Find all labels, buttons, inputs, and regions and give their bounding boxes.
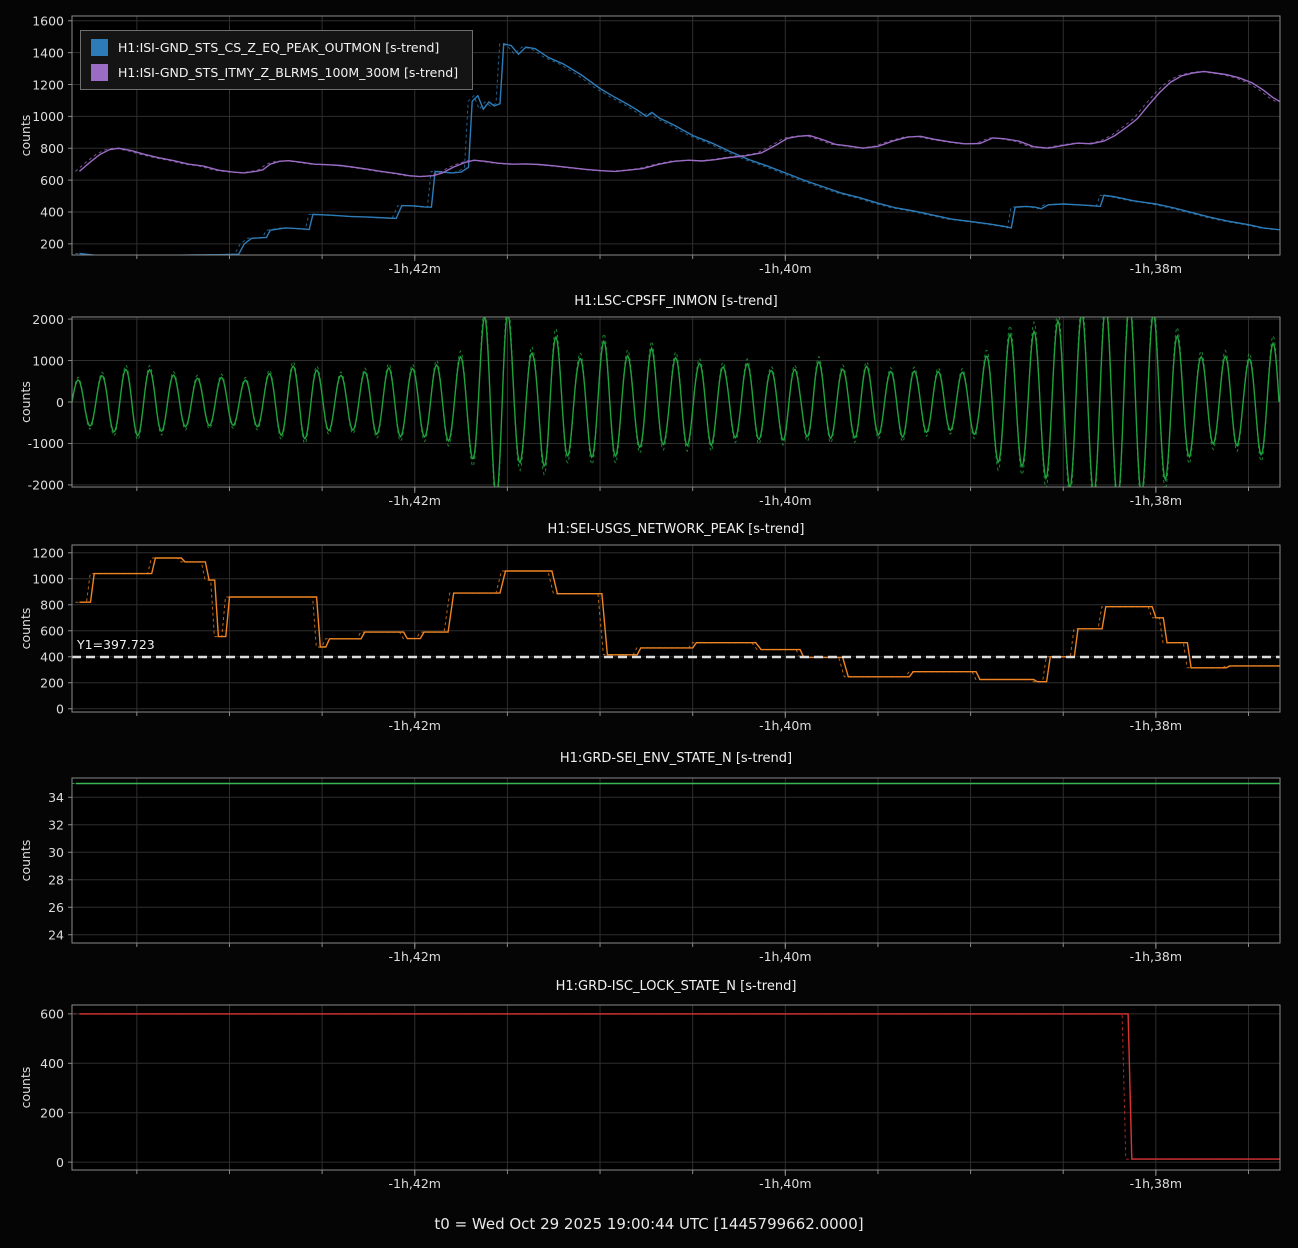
chart-env-state-plot: 24 26 28 30 32 34 -1h,42m -1h,40m -1h,38m counts xyxy=(0,768,1298,968)
y-axis-label: counts xyxy=(18,840,33,882)
y-tick-label: 800 xyxy=(40,141,64,156)
x-tick-label: -1h,40m xyxy=(759,493,811,508)
y-tick-label: 1000 xyxy=(32,109,64,124)
x-tick-label: -1h,40m xyxy=(759,1176,811,1191)
y-tick-label: 28 xyxy=(48,873,64,888)
threshold-label: Y1=397.723 xyxy=(76,637,155,652)
y-axis-label: counts xyxy=(18,608,33,650)
y-tick-label: 26 xyxy=(48,900,64,915)
y-tick-label: 1000 xyxy=(32,572,64,587)
x-tick-label: -1h,42m xyxy=(389,1176,441,1191)
legend-label: H1:ISI-GND_STS_CS_Z_EQ_PEAK_OUTMON [s-tr… xyxy=(118,40,439,55)
chart-cpsff-plot: -2000 -1000 0 1000 2000 -1h,42m -1h,40m -1h,38m… xyxy=(0,310,1298,512)
x-tick-label: -1h,38m xyxy=(1130,718,1182,733)
y-tick-label: 800 xyxy=(40,598,64,613)
y-tick-label: 2000 xyxy=(32,312,64,327)
y-tick-label: 400 xyxy=(40,650,64,665)
x-tick-label: -1h,42m xyxy=(389,718,441,733)
y-tick-label: 1200 xyxy=(32,546,64,561)
y-tick-label: 600 xyxy=(40,173,64,188)
y-tick-label: 24 xyxy=(48,928,64,943)
y-tick-label: 34 xyxy=(48,790,64,805)
x-tick-label: -1h,42m xyxy=(389,493,441,508)
y-tick-label: 400 xyxy=(40,1056,64,1071)
y-tick-label: 32 xyxy=(48,818,64,833)
y-tick-label: 1600 xyxy=(32,14,64,29)
chart-title-lock-state: H1:GRD-ISC_LOCK_STATE_N [s-trend] xyxy=(72,979,1280,995)
chart-title-env-state: H1:GRD-SEI_ENV_STATE_N [s-trend] xyxy=(72,751,1280,767)
y-tick-label: 200 xyxy=(40,237,64,252)
y-tick-label: 200 xyxy=(40,676,64,691)
y-tick-label: 30 xyxy=(48,845,64,860)
y-tick-label: -1000 xyxy=(28,436,64,451)
y-tick-label: 0 xyxy=(56,395,64,410)
y-tick-label: -2000 xyxy=(28,478,64,493)
x-tick-label: -1h,40m xyxy=(759,718,811,733)
y-tick-label: 1400 xyxy=(32,45,64,60)
y-axis-label: counts xyxy=(18,115,33,157)
y-tick-label: 0 xyxy=(56,702,64,717)
x-tick-label: -1h,38m xyxy=(1130,1176,1182,1191)
chart-usgs-plot: 0 200 400 600 800 1000 1200 -1h,42m -1h,40m -1h,3… xyxy=(0,538,1298,742)
legend-item: H1:ISI-GND_STS_CS_Z_EQ_PEAK_OUTMON [s-tr… xyxy=(91,39,458,56)
y-tick-label: 400 xyxy=(40,205,64,220)
x-tick-label: -1h,38m xyxy=(1130,261,1182,276)
y-tick-label: 1200 xyxy=(32,77,64,92)
x-tick-label: -1h,38m xyxy=(1130,493,1182,508)
t0-timestamp: t0 = Wed Oct 29 2025 19:00:44 UTC [14457… xyxy=(0,1215,1298,1233)
y-axis-label: counts xyxy=(18,1067,33,1109)
x-tick-label: -1h,38m xyxy=(1130,949,1182,964)
x-tick-label: -1h,40m xyxy=(759,261,811,276)
y-tick-label: 200 xyxy=(40,1105,64,1120)
x-tick-label: -1h,42m xyxy=(389,261,441,276)
x-tick-label: -1h,42m xyxy=(389,949,441,964)
chart-title-usgs: H1:SEI-USGS_NETWORK_PEAK [s-trend] xyxy=(72,522,1280,538)
trend-figure: 200 400 600 800 1000 1200 1400 1600 -1h,42m -1h,4… xyxy=(0,0,1298,1248)
legend-swatch-icon xyxy=(91,39,108,56)
chart-title-cpsff: H1:LSC-CPSFF_INMON [s-trend] xyxy=(72,294,1280,310)
y-tick-label: 600 xyxy=(40,1007,64,1022)
y-axis-label: counts xyxy=(18,381,33,423)
legend-item: H1:ISI-GND_STS_ITMY_Z_BLRMS_100M_300M [s… xyxy=(91,64,458,81)
y-tick-label: 1000 xyxy=(32,353,64,368)
legend-box: H1:ISI-GND_STS_CS_Z_EQ_PEAK_OUTMON [s-tr… xyxy=(80,30,473,90)
x-tick-label: -1h,40m xyxy=(759,949,811,964)
legend-swatch-icon xyxy=(91,64,108,81)
y-tick-label: 0 xyxy=(56,1155,64,1170)
chart-lock-state-plot: 0 200 400 600 -1h,42m -1h,40m -1h,38m counts xyxy=(0,996,1298,1198)
legend-label: H1:ISI-GND_STS_ITMY_Z_BLRMS_100M_300M [s… xyxy=(118,65,458,80)
y-tick-label: 600 xyxy=(40,624,64,639)
